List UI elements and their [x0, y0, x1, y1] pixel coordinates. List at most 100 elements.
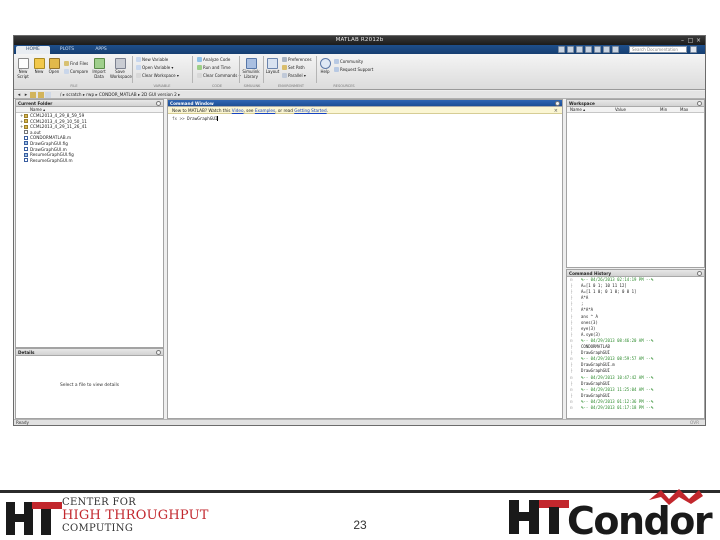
help-button[interactable]: Help: [318, 58, 332, 75]
command-line[interactable]: fx >> DrawGraphGUI: [168, 114, 562, 123]
group-label-simulink: SIMULINK: [243, 84, 261, 88]
command-window-header: Command Window: [168, 100, 562, 107]
import-data-button[interactable]: Import Data: [91, 58, 107, 79]
group-label-code: CODE: [211, 84, 223, 88]
panel-actions-icon[interactable]: [156, 350, 161, 355]
tab-plots[interactable]: PLOTS: [50, 46, 84, 54]
history-list: ⊟ %-- 04/26/2013 02:14:19 PM --% ├ A=[1 0 …: [567, 277, 704, 411]
tab-apps[interactable]: APPS: [84, 46, 118, 54]
simulink-library-button[interactable]: Simulink Library: [241, 58, 261, 79]
history-text: A*A: [581, 295, 589, 301]
community-button[interactable]: Community: [334, 59, 363, 65]
name-column-header[interactable]: Name ▴: [16, 107, 163, 113]
parallel-button[interactable]: Parallel ▾: [282, 73, 306, 79]
new-variable-button[interactable]: New Variable: [136, 57, 168, 63]
quick-access-copy-icon[interactable]: [576, 46, 583, 53]
m-file-icon: [24, 158, 28, 163]
clear-commands-icon: [197, 73, 202, 78]
history-text: CONDORMATLAB: [581, 344, 610, 350]
open-variable-button[interactable]: Open Variable ▾: [136, 65, 173, 71]
address-bar: ◂ ▸ / ▸ scratch ▸ rwp ▸ CONDOR_MATLAB ▸ …: [14, 91, 705, 99]
page-number: 23: [353, 518, 367, 532]
find-files-icon: [64, 61, 69, 66]
panel-actions-icon[interactable]: [697, 101, 702, 106]
forward-icon[interactable]: ▸: [23, 92, 29, 98]
request-support-button[interactable]: Request Support: [334, 67, 373, 73]
current-path[interactable]: / ▸ scratch ▸ rwp ▸ CONDOR_MATLAB ▸ 2D G…: [60, 92, 180, 98]
text-cursor: [217, 116, 219, 121]
history-session-row[interactable]: ⊟ %-- 04/29/2013 01:17:18 PM --%: [567, 405, 704, 411]
current-folder-header: Current Folder: [16, 100, 163, 107]
new-button[interactable]: New: [32, 58, 46, 75]
back-icon[interactable]: ◂: [16, 92, 22, 98]
clear-commands-button[interactable]: Clear Commands ▾: [197, 73, 241, 79]
quick-access-paste-icon[interactable]: [585, 46, 592, 53]
run-and-time-icon: [197, 65, 202, 70]
ribbon: New Script New Open Find Files Compare Im…: [14, 54, 705, 90]
close-icon[interactable]: ×: [695, 37, 702, 44]
tab-home[interactable]: HOME: [16, 46, 50, 54]
quick-access-undo-icon[interactable]: [594, 46, 601, 53]
find-files-button[interactable]: Find Files: [64, 61, 88, 67]
folder-item-name: CCML2013_4_29_11_26_41: [30, 124, 87, 130]
up-folder-icon[interactable]: [30, 92, 36, 98]
ribbon-separator: [316, 56, 317, 83]
import-data-icon: [93, 58, 105, 69]
history-text: %-- 04/29/2013 01:12:36 PM --%: [581, 398, 654, 404]
matlab-window: MATLAB R2012b – □ × HOME PLOTS APPS Sear…: [13, 35, 706, 426]
set-path-button[interactable]: Set Path: [282, 65, 305, 71]
new-script-icon: [17, 58, 29, 69]
new-variable-icon: [136, 57, 141, 62]
preferences-button[interactable]: Preferences: [282, 57, 312, 63]
minimize-icon[interactable]: –: [679, 37, 686, 44]
examples-link[interactable]: Examples: [255, 108, 275, 113]
workspace-col-min[interactable]: Min: [660, 107, 667, 113]
collapse-icon[interactable]: ⊟: [570, 405, 581, 411]
gear-icon: [282, 57, 287, 62]
panel-actions-icon[interactable]: [156, 101, 161, 106]
ribbon-separator: [132, 56, 133, 83]
wordmark-line-3: COMPUTING: [62, 523, 134, 534]
new-icon: [33, 58, 45, 69]
open-button[interactable]: Open: [47, 58, 61, 75]
panel-actions-icon[interactable]: [697, 271, 702, 276]
quick-access-cut-icon[interactable]: [567, 46, 574, 53]
panel-actions-icon[interactable]: [555, 101, 560, 106]
getting-started-link[interactable]: Getting Started: [294, 108, 326, 113]
clear-workspace-button[interactable]: Clear Workspace ▾: [136, 73, 179, 79]
browse-folder-icon[interactable]: [38, 92, 44, 98]
quick-access-help-icon[interactable]: [612, 46, 619, 53]
folder-item-name: a.out: [30, 129, 41, 135]
history-text: eye(3): [581, 325, 596, 331]
workspace-col-value[interactable]: Value: [615, 107, 626, 113]
search-icon[interactable]: [690, 46, 697, 53]
history-text: A=[1 0 1; 10 11 12]: [581, 283, 627, 289]
search-documentation-input[interactable]: Search Documentation: [629, 46, 687, 53]
command-history-header: Command History: [567, 270, 704, 277]
folder-item-name: CCML2013_4_29_10_50_11: [30, 118, 87, 124]
maximize-icon[interactable]: □: [687, 37, 694, 44]
center-for-htc-wordmark: CENTER FOR HIGH THROUGHPUT COMPUTING: [62, 497, 209, 535]
simulink-library-icon: [245, 58, 257, 69]
window-title: MATLAB R2012b: [335, 37, 384, 43]
close-notice-icon[interactable]: ×: [554, 108, 558, 115]
video-link[interactable]: Video: [232, 108, 244, 113]
layout-button[interactable]: Layout: [265, 58, 280, 75]
workspace-header: Workspace: [567, 100, 704, 107]
quick-access-redo-icon[interactable]: [603, 46, 610, 53]
compare-button[interactable]: Compare: [64, 69, 88, 75]
new-script-button[interactable]: New Script: [16, 58, 30, 79]
search-folder-icon[interactable]: [45, 92, 51, 98]
command-input[interactable]: DrawGraphGUI: [187, 116, 217, 121]
folder-item[interactable]: ResumeGraphGUI.m: [16, 158, 163, 164]
run-and-time-button[interactable]: Run and Time: [197, 65, 231, 71]
workspace-panel: Workspace Name ▴ Value Min Max: [566, 99, 705, 268]
figure-file-icon: [24, 152, 28, 157]
save-workspace-button[interactable]: Save Workspace: [110, 58, 132, 79]
command-window-panel[interactable]: Command Window New to MATLAB? Watch this…: [167, 99, 563, 419]
analyze-code-button[interactable]: Analyze Code: [197, 57, 230, 63]
workspace-col-max[interactable]: Max: [680, 107, 688, 113]
quick-access-save-icon[interactable]: [558, 46, 565, 53]
status-bar: Ready OVR: [14, 419, 705, 425]
workspace-col-name[interactable]: Name ▴: [570, 107, 585, 113]
